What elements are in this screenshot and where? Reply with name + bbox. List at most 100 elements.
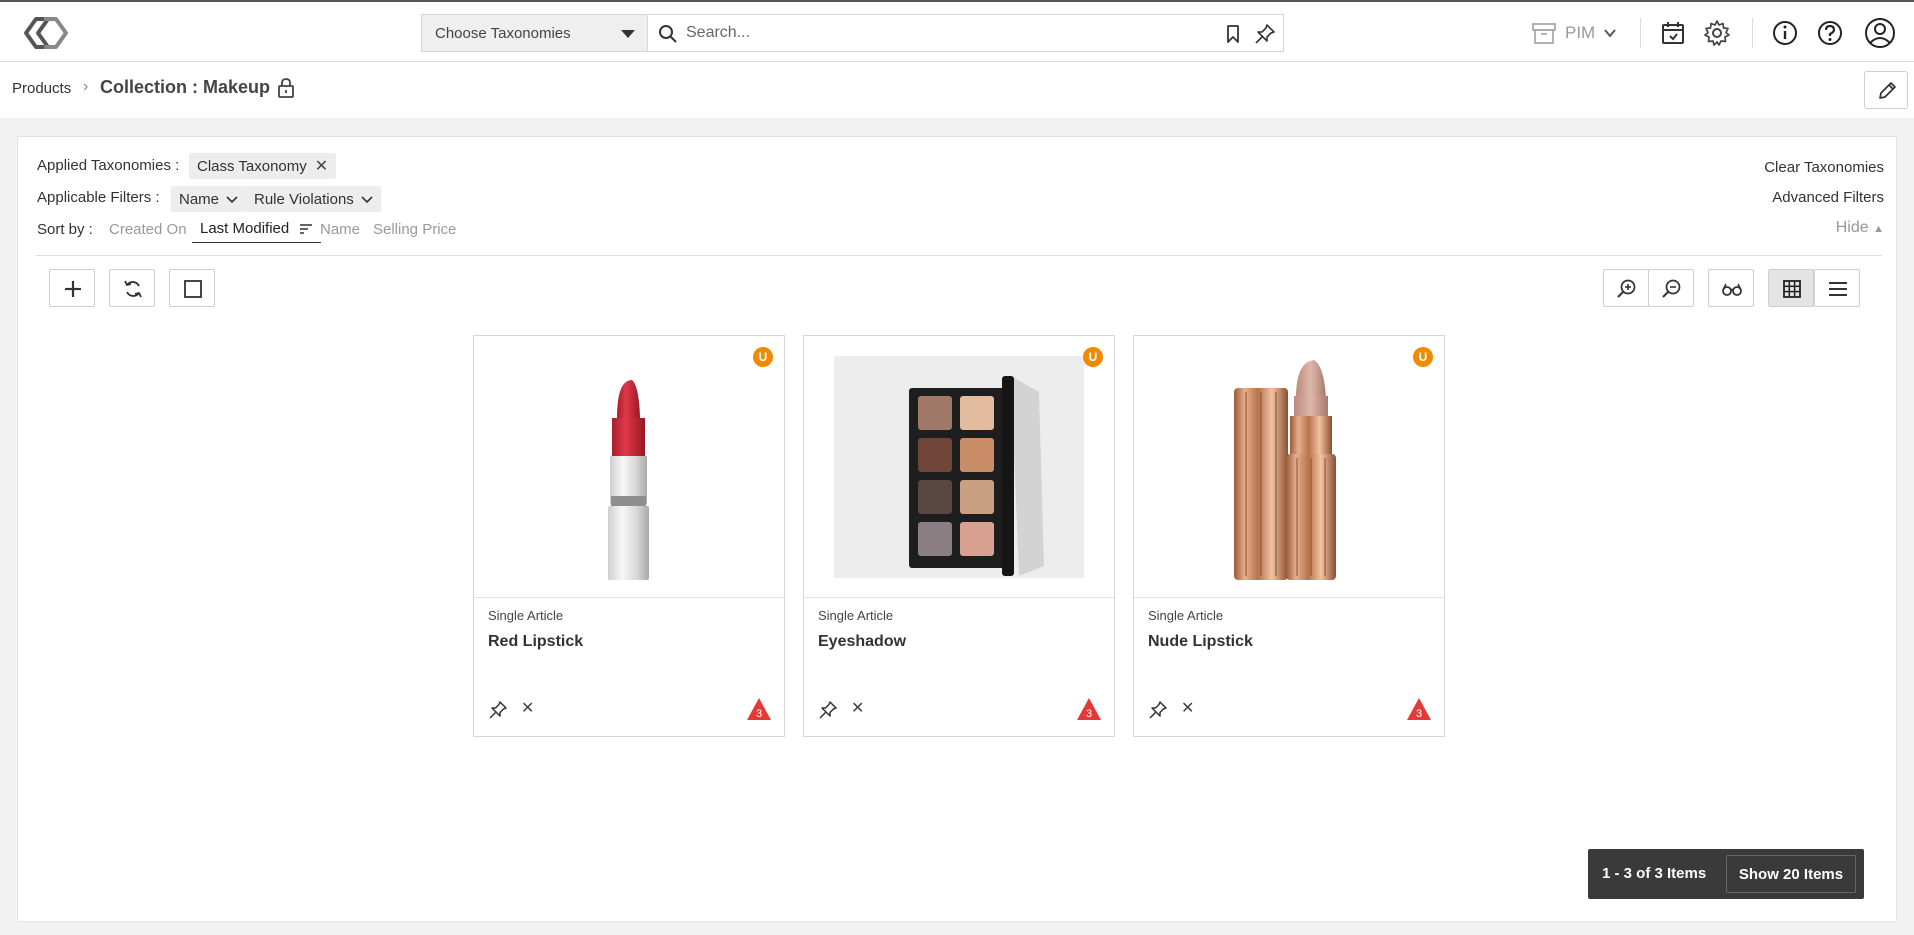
list-view-button[interactable]: [1814, 269, 1860, 307]
product-card-eyeshadow[interactable]: U Single Article Eyeshadow ✕ 3: [803, 335, 1115, 737]
list-icon: [1829, 282, 1847, 296]
product-image[interactable]: U: [1134, 336, 1444, 598]
hide-label: Hide: [1835, 219, 1869, 236]
remove-chip-icon[interactable]: ✕: [315, 156, 328, 176]
product-type: Single Article: [818, 608, 894, 623]
page-title: Collection : Makeup: [100, 77, 271, 97]
sort-last-modified[interactable]: Last Modified: [192, 215, 322, 243]
lock-icon: [278, 78, 294, 98]
edit-button[interactable]: [1864, 71, 1908, 109]
pin-icon[interactable]: [1148, 700, 1168, 720]
toolbar-divider: [1752, 18, 1753, 48]
filters-divider: [36, 255, 1882, 256]
status-badge: U: [753, 347, 773, 367]
gear-icon[interactable]: [1703, 19, 1731, 47]
chevron-down-icon: [361, 196, 373, 204]
top-bar: Choose Taxonomies PIM: [0, 0, 1914, 62]
grid-view-button[interactable]: [1768, 269, 1814, 307]
status-badge: U: [1413, 347, 1433, 367]
applied-taxonomies-label: Applied Taxonomies :: [37, 157, 180, 174]
filter-name-dropdown[interactable]: Name: [171, 186, 247, 212]
item-count: 1 - 3 of 3 Items: [1602, 865, 1707, 882]
warning-icon[interactable]: 3: [746, 697, 772, 721]
checkbox-icon: [184, 280, 202, 298]
calendar-task-icon[interactable]: [1659, 19, 1687, 47]
sort-by-label: Sort by :: [37, 221, 93, 238]
sort-descending-icon: [300, 223, 313, 234]
pencil-icon: [1879, 82, 1896, 99]
pin-icon[interactable]: [818, 700, 838, 720]
preview-button[interactable]: [1708, 269, 1754, 307]
sort-active-label: Last Modified: [200, 220, 290, 237]
nude-lipstick-image: [1234, 360, 1336, 580]
add-product-button[interactable]: [49, 269, 95, 307]
product-name[interactable]: Red Lipstick: [488, 633, 583, 651]
breadcrumb-separator: ›: [83, 78, 89, 95]
filter-rule-violations-dropdown[interactable]: Rule Violations: [246, 186, 381, 212]
breadcrumb-products-link[interactable]: Products: [12, 80, 71, 97]
taxonomy-select-label: Choose Taxonomies: [435, 24, 571, 42]
product-name[interactable]: Eyeshadow: [818, 633, 906, 651]
product-name[interactable]: Nude Lipstick: [1148, 633, 1253, 651]
advanced-filters-link[interactable]: Advanced Filters: [1772, 189, 1884, 206]
app-logo-icon[interactable]: [22, 15, 70, 51]
pin-icon[interactable]: [1254, 23, 1276, 45]
product-image[interactable]: U: [474, 336, 784, 598]
page-size-button[interactable]: Show 20 Items: [1726, 855, 1856, 893]
taxonomy-select[interactable]: Choose Taxonomies: [421, 14, 647, 52]
eyeshadow-palette-image: [834, 356, 1084, 578]
zoom-in-button[interactable]: [1603, 269, 1649, 307]
refresh-button[interactable]: [109, 269, 155, 307]
search-icon: [659, 25, 677, 43]
zoom-out-icon: [1662, 279, 1681, 298]
sort-selling-price[interactable]: Selling Price: [373, 221, 456, 238]
plus-icon: [65, 281, 81, 297]
zoom-out-button[interactable]: [1648, 269, 1694, 307]
search-box: [647, 14, 1284, 52]
glasses-icon: [1722, 283, 1742, 296]
zoom-in-icon: [1617, 279, 1636, 298]
sort-created-on[interactable]: Created On: [109, 221, 187, 238]
red-lipstick-image: [608, 380, 649, 580]
grid-icon: [1783, 280, 1801, 298]
remove-icon[interactable]: ✕: [851, 698, 864, 718]
hide-filters-link[interactable]: Hide ▲: [1836, 219, 1884, 237]
status-badge: U: [1083, 347, 1103, 367]
chevron-down-icon: [226, 196, 238, 204]
breadcrumb: Products › Collection : Makeup: [0, 62, 1914, 118]
pagination-bar: 1 - 3 of 3 Items Show 20 Items: [1588, 849, 1864, 899]
applied-taxonomy-chip[interactable]: Class Taxonomy ✕: [189, 153, 337, 179]
product-list-panel: Applied Taxonomies : Class Taxonomy ✕ Ap…: [17, 136, 1897, 922]
warning-count: 3: [1416, 708, 1422, 720]
pin-icon[interactable]: [488, 700, 508, 720]
chip-label: Name: [179, 190, 220, 208]
warning-icon[interactable]: 3: [1406, 697, 1432, 721]
select-all-checkbox[interactable]: [169, 269, 215, 307]
remove-icon[interactable]: ✕: [521, 698, 534, 718]
toolbar-divider: [1640, 18, 1641, 48]
caret-down-icon: [621, 30, 635, 38]
applicable-filters-label: Applicable Filters :: [37, 189, 160, 206]
chevron-down-icon: [1604, 29, 1617, 38]
sort-name[interactable]: Name: [320, 221, 360, 238]
user-avatar-icon[interactable]: [1864, 17, 1896, 49]
refresh-icon: [124, 280, 142, 298]
product-card-nude-lipstick[interactable]: U Single Article Nude Lipstick ✕ 3: [1133, 335, 1445, 737]
app-switcher[interactable]: PIM: [1531, 16, 1617, 50]
help-icon[interactable]: [1816, 19, 1844, 47]
info-icon[interactable]: [1771, 19, 1799, 47]
product-image[interactable]: U: [804, 336, 1114, 598]
clear-taxonomies-link[interactable]: Clear Taxonomies: [1764, 159, 1884, 176]
warning-count: 3: [756, 708, 762, 720]
chip-label: Rule Violations: [254, 190, 354, 208]
chip-label: Class Taxonomy: [197, 157, 307, 175]
product-card-red-lipstick[interactable]: U Single Article Red Lipstick ✕ 3: [473, 335, 785, 737]
warning-icon[interactable]: 3: [1076, 697, 1102, 721]
warning-count: 3: [1086, 708, 1092, 720]
remove-icon[interactable]: ✕: [1181, 698, 1194, 718]
search-input[interactable]: [686, 15, 1206, 51]
product-type: Single Article: [488, 608, 564, 623]
bookmark-icon[interactable]: [1223, 24, 1243, 44]
product-type: Single Article: [1148, 608, 1224, 623]
caret-up-icon: ▲: [1873, 223, 1884, 235]
